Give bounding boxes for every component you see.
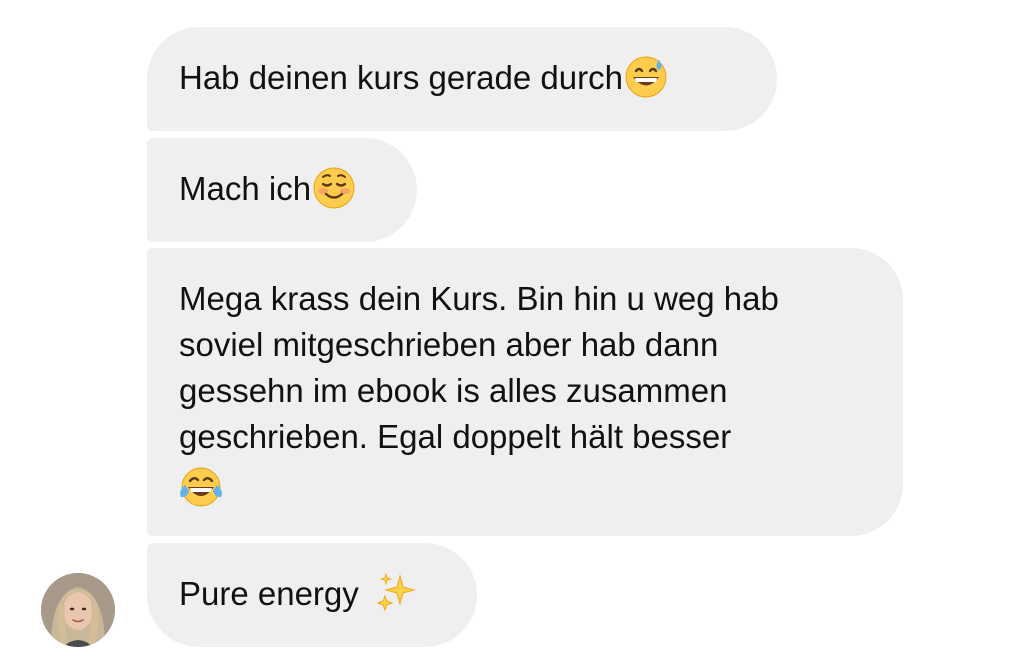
message-bubble[interactable]: Mach ich xyxy=(147,138,417,242)
smiling-blush-emoji-icon xyxy=(311,165,357,211)
message-text: Hab deinen kurs gerade durch xyxy=(179,59,623,96)
message-bubble[interactable]: Pure energy xyxy=(147,543,477,647)
message-text-line: soviel mitgeschrieben aber hab dann xyxy=(179,326,719,363)
avatar-photo-icon xyxy=(41,573,115,647)
sparkles-emoji-icon xyxy=(374,570,420,616)
message-bubble[interactable]: Hab deinen kurs gerade durch xyxy=(147,27,777,131)
message-thread: Hab deinen kurs gerade durch Mach ich Me… xyxy=(0,0,1024,671)
grinning-sweat-emoji-icon xyxy=(623,54,669,100)
message-text: Pure energy xyxy=(179,575,359,612)
message-text-line: Mega krass dein Kurs. Bin hin u weg hab xyxy=(179,280,779,317)
message-bubble[interactable]: Mega krass dein Kurs. Bin hin u weg hab … xyxy=(147,248,903,536)
sender-avatar[interactable] xyxy=(41,573,115,647)
message-text-line: gessehn im ebook is alles zusammen xyxy=(179,372,728,409)
message-text-line: geschrieben. Egal doppelt hält besser xyxy=(179,418,732,455)
message-text: Mach ich xyxy=(179,170,312,207)
tears-of-joy-emoji-icon xyxy=(177,463,225,511)
